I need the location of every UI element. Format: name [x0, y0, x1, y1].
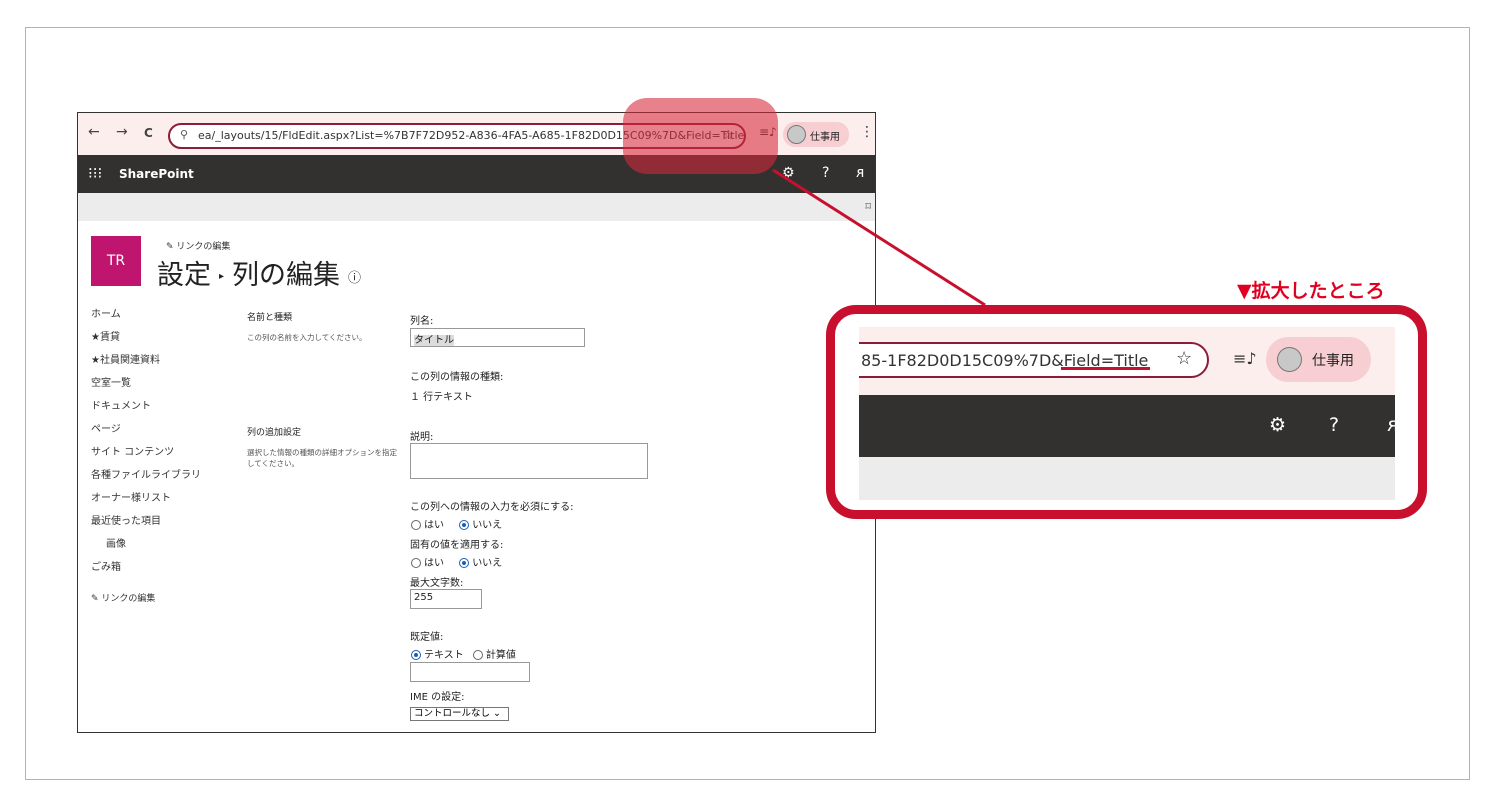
unique-label: 固有の値を適用する:	[410, 540, 504, 551]
title-settings[interactable]: 設定	[157, 260, 211, 291]
breadcrumb-arrow-icon: ▸	[219, 271, 225, 282]
zoom-bookmark-star-icon: ☆	[1176, 348, 1193, 369]
info-type-value: １ 行テキスト	[410, 392, 473, 403]
avatar	[787, 125, 806, 144]
column-name-input[interactable]: タイトル	[410, 328, 585, 347]
site-settings-icon[interactable]: ⚲	[180, 128, 188, 141]
browser-screenshot: ← → C ⚲ ea/_layouts/15/FldEdit.aspx?List…	[77, 112, 876, 733]
url-highlight-overlay	[623, 98, 778, 174]
settings-gear-icon[interactable]: ⚙	[782, 165, 795, 181]
user-icon[interactable]: ᴙ	[856, 165, 864, 181]
required-no-radio[interactable]	[459, 520, 470, 530]
zoom-avatar	[1277, 347, 1302, 372]
profile-label: 仕事用	[810, 132, 840, 143]
default-value-input[interactable]	[410, 662, 530, 682]
field-title-underline	[1061, 367, 1150, 370]
sharepoint-brand[interactable]: SharePoint	[119, 167, 194, 181]
info-icon[interactable]: ⓘ	[348, 271, 361, 286]
nav-edit-links-label: リンクの編集	[101, 594, 156, 604]
browser-menu-icon[interactable]: ⋮	[860, 124, 874, 140]
required-yes-label: はい	[424, 520, 444, 531]
unique-yes-radio[interactable]	[411, 558, 421, 568]
page-title: 設定 ▸ 列の編集 ⓘ	[157, 253, 361, 292]
ribbon: ⌑	[78, 193, 875, 221]
nav-item-recent[interactable]: 最近使った項目	[91, 515, 231, 538]
required-label: この列への情報の入力を必須にする:	[410, 502, 574, 513]
required-no-label: いいえ	[472, 520, 503, 531]
default-text-label: テキスト	[424, 650, 464, 661]
forward-button[interactable]: →	[116, 124, 128, 140]
max-length-label: 最大文字数:	[410, 578, 464, 589]
zoom-suite-bar: ⚙ ? ᴙ	[859, 395, 1395, 457]
edit-links-top[interactable]: ✎ リンクの編集	[166, 239, 230, 252]
nav-item-images[interactable]: 画像	[91, 538, 231, 561]
default-type-radio-group: テキスト 計算値	[411, 646, 516, 661]
nav-item-home[interactable]: ホーム	[91, 308, 231, 331]
default-value-label: 既定値:	[410, 632, 444, 643]
default-text-radio[interactable]	[411, 650, 421, 660]
zoom-reading-list-icon: ≡♪	[1233, 349, 1257, 368]
zoom-profile-label: 仕事用	[1312, 353, 1354, 369]
zoom-caption: ▼拡大したところ	[1237, 280, 1385, 302]
left-navigation: ホーム ★賃貸 ★社員関連資料 空室一覧 ドキュメント ページ サイト コンテン…	[91, 308, 231, 615]
nav-edit-links[interactable]: ✎ リンクの編集	[91, 592, 231, 615]
section-name-type-title: 名前と種類	[247, 313, 293, 323]
column-name-value: タイトル	[414, 335, 454, 346]
zoom-help-icon: ?	[1329, 414, 1340, 436]
edit-links-label: リンクの編集	[176, 242, 231, 252]
zoom-user-icon: ᴙ	[1387, 414, 1395, 436]
ime-label: IME の設定:	[410, 692, 465, 703]
profile-chip[interactable]: 仕事用	[783, 122, 849, 147]
zoom-ribbon	[859, 457, 1395, 500]
nav-item-site-contents[interactable]: サイト コンテンツ	[91, 446, 231, 469]
section-additional-desc: 選択した情報の種類の詳細オプションを指定してください。	[247, 448, 397, 468]
zoom-address-bar: 85-1F82D0D15C09%7D&Field=Title	[859, 342, 1209, 378]
chevron-down-icon: ⌄	[493, 708, 502, 719]
section-additional-title: 列の追加設定	[247, 428, 302, 438]
required-yes-radio[interactable]	[411, 520, 421, 530]
nav-item-owner-list[interactable]: オーナー様リスト	[91, 492, 231, 515]
reload-button[interactable]: C	[144, 126, 153, 140]
description-textarea[interactable]	[410, 443, 648, 479]
focus-mode-icon[interactable]: ⌑	[865, 200, 871, 213]
zoom-content: 85-1F82D0D15C09%7D&Field=Title ☆ ≡♪ 仕事用 …	[859, 327, 1395, 500]
zoom-settings-gear-icon: ⚙	[1269, 414, 1287, 436]
default-calc-radio[interactable]	[472, 650, 483, 660]
info-type-label: この列の情報の種類:	[410, 372, 504, 383]
default-calc-label: 計算値	[485, 650, 516, 661]
nav-item-vacancy-list[interactable]: 空室一覧	[91, 377, 231, 400]
description-label: 説明:	[410, 432, 434, 443]
unique-no-label: いいえ	[472, 558, 503, 569]
section-name-type-desc: この列の名前を入力してください。	[247, 333, 367, 342]
zoom-callout: 85-1F82D0D15C09%7D&Field=Title ☆ ≡♪ 仕事用 …	[826, 305, 1427, 519]
unique-radio-group: はい いいえ	[411, 554, 502, 569]
zoom-browser-toolbar: 85-1F82D0D15C09%7D&Field=Title ☆ ≡♪ 仕事用	[859, 327, 1395, 395]
help-icon[interactable]: ?	[822, 165, 829, 181]
app-launcher-icon[interactable]: ⁝⁝⁝	[88, 164, 102, 182]
max-length-input[interactable]: 255	[410, 589, 482, 609]
nav-item-staff-docs[interactable]: ★社員関連資料	[91, 354, 231, 377]
nav-item-pages[interactable]: ページ	[91, 423, 231, 446]
nav-item-recycle-bin[interactable]: ごみ箱	[91, 561, 231, 584]
ime-select-value: コントロールなし	[414, 708, 491, 719]
back-button[interactable]: ←	[88, 124, 100, 140]
column-name-label: 列名:	[410, 316, 434, 327]
title-edit-column: 列の編集	[232, 260, 341, 291]
ime-select[interactable]: コントロールなし ⌄	[410, 707, 509, 721]
nav-item-rental[interactable]: ★賃貸	[91, 331, 231, 354]
site-logo-tile[interactable]: TR	[91, 236, 141, 286]
unique-no-radio[interactable]	[459, 558, 470, 568]
required-radio-group: はい いいえ	[411, 516, 502, 531]
nav-item-documents[interactable]: ドキュメント	[91, 400, 231, 423]
nav-item-file-libraries[interactable]: 各種ファイルライブラリ	[91, 469, 231, 492]
unique-yes-label: はい	[424, 558, 444, 569]
zoom-profile-chip: 仕事用	[1266, 337, 1371, 382]
